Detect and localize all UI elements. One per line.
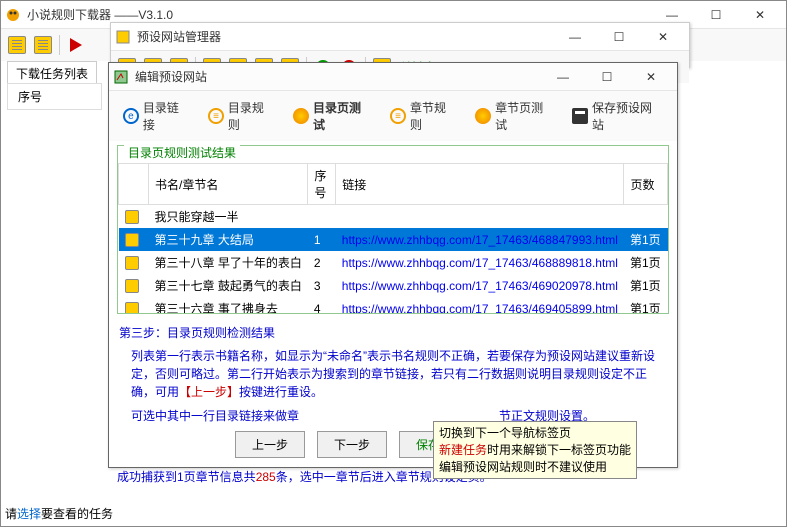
tab-save-preset[interactable]: 保存预设网站: [564, 95, 671, 137]
step3-label: 第三步：目录页规则检测结果: [109, 318, 677, 347]
result-table: 书名/章节名 序号 链接 页数 我只能穿越一半第三十九章 大结局1https:/…: [118, 163, 668, 313]
cell-link: https://www.zhhbqg.com/17_17463/46884799…: [336, 228, 624, 251]
cell-title: 第三十八章 早了十年的表白: [149, 251, 308, 274]
cell-seq: [308, 205, 336, 229]
app-icon: [5, 7, 21, 23]
row-icon: [125, 210, 139, 224]
group-title: 目录页规则测试结果: [124, 142, 240, 163]
pm-title: 预设网站管理器: [137, 28, 553, 45]
pm-close-button[interactable]: ✕: [641, 23, 685, 51]
seq-tab[interactable]: 序号: [7, 83, 102, 110]
main-title: 小说规则下载器 ——V3.1.0: [27, 6, 650, 23]
cell-title: 第三十六章 事了拂身去: [149, 297, 308, 313]
pm-minimize-button[interactable]: —: [553, 23, 597, 51]
edit-preset-window: 编辑预设网站 — ☐ ✕ e目录链接 ≡目录规则 目录页测试 ≡章节规则 章节页…: [108, 62, 678, 468]
cell-title: 第三十九章 大结局: [149, 228, 308, 251]
cell-seq: 4: [308, 297, 336, 313]
cell-page: [624, 205, 668, 229]
cell-seq: 3: [308, 274, 336, 297]
col-page[interactable]: 页数: [624, 164, 668, 205]
row-icon: [125, 233, 139, 247]
tab-dir-link[interactable]: e目录链接: [115, 95, 198, 137]
ep-title: 编辑预设网站: [135, 68, 541, 85]
pm-maximize-button[interactable]: ☐: [597, 23, 641, 51]
maximize-button[interactable]: ☐: [694, 1, 738, 29]
table-row[interactable]: 第三十八章 早了十年的表白2https://www.zhhbqg.com/17_…: [119, 251, 668, 274]
separator: [59, 35, 60, 55]
pm-titlebar: 预设网站管理器 — ☐ ✕: [111, 23, 689, 51]
cell-seq: 1: [308, 228, 336, 251]
cell-page: 第1页: [624, 274, 668, 297]
col-title[interactable]: 书名/章节名: [149, 164, 308, 205]
cell-link: https://www.zhhbqg.com/17_17463/46902097…: [336, 274, 624, 297]
next-button[interactable]: 下一步: [317, 431, 387, 458]
ep-close-button[interactable]: ✕: [629, 63, 673, 91]
row-icon: [125, 279, 139, 293]
ep-maximize-button[interactable]: ☐: [585, 63, 629, 91]
instructions: 列表第一行表示书籍名称，如显示为“未命名”表示书名规则不正确，若要保存为预设网站…: [109, 347, 677, 401]
table-row[interactable]: 第三十七章 鼓起勇气的表白3https://www.zhhbqg.com/17_…: [119, 274, 668, 297]
cell-seq: 2: [308, 251, 336, 274]
ep-titlebar: 编辑预设网站 — ☐ ✕: [109, 63, 677, 91]
ep-minimize-button[interactable]: —: [541, 63, 585, 91]
table-row[interactable]: 我只能穿越一半: [119, 205, 668, 229]
ep-icon: [113, 69, 129, 85]
cell-title: 我只能穿越一半: [149, 205, 308, 229]
cell-page: 第1页: [624, 251, 668, 274]
row-icon: [125, 302, 139, 313]
ep-tabbar: e目录链接 ≡目录规则 目录页测试 ≡章节规则 章节页测试 保存预设网站: [109, 91, 677, 141]
result-group: 目录页规则测试结果 书名/章节名 序号 链接 页数 我只能穿越一半第三十九章 大…: [117, 145, 669, 314]
table-row[interactable]: 第三十六章 事了拂身去4https://www.zhhbqg.com/17_17…: [119, 297, 668, 313]
toolbar-btn-1[interactable]: [5, 33, 29, 57]
row-icon: [125, 256, 139, 270]
tab-dir-rule[interactable]: ≡目录规则: [200, 95, 283, 137]
cell-page: 第1页: [624, 297, 668, 313]
tab-chap-rule[interactable]: ≡章节规则: [382, 95, 465, 137]
close-button[interactable]: ✕: [738, 1, 782, 29]
col-seq[interactable]: 序号: [308, 164, 336, 205]
pm-icon: [115, 29, 131, 45]
toolbar-play-button[interactable]: [64, 33, 88, 57]
result-table-wrap[interactable]: 书名/章节名 序号 链接 页数 我只能穿越一半第三十九章 大结局1https:/…: [118, 163, 668, 313]
cell-link: [336, 205, 624, 229]
ep-window-controls: — ☐ ✕: [541, 63, 673, 91]
cell-title: 第三十七章 鼓起勇气的表白: [149, 274, 308, 297]
table-row[interactable]: 第三十九章 大结局1https://www.zhhbqg.com/17_1746…: [119, 228, 668, 251]
prev-button[interactable]: 上一步: [235, 431, 305, 458]
col-link[interactable]: 链接: [336, 164, 624, 205]
save-icon: [572, 108, 588, 124]
pm-window-controls: — ☐ ✕: [553, 23, 685, 51]
status-bar: 请选择要查看的任务: [5, 505, 113, 522]
tooltip: 切换到下一个导航标签页 新建任务时用来解锁下一标签页功能 编辑预设网站规则时不建…: [433, 421, 637, 479]
task-list-tab[interactable]: 下载任务列表: [7, 61, 97, 85]
cell-link: https://www.zhhbqg.com/17_17463/46888981…: [336, 251, 624, 274]
cell-link: https://www.zhhbqg.com/17_17463/46940589…: [336, 297, 624, 313]
tab-chap-test[interactable]: 章节页测试: [467, 95, 562, 137]
toolbar-btn-2[interactable]: [31, 33, 55, 57]
tab-dir-test[interactable]: 目录页测试: [285, 95, 380, 137]
cell-page: 第1页: [624, 228, 668, 251]
